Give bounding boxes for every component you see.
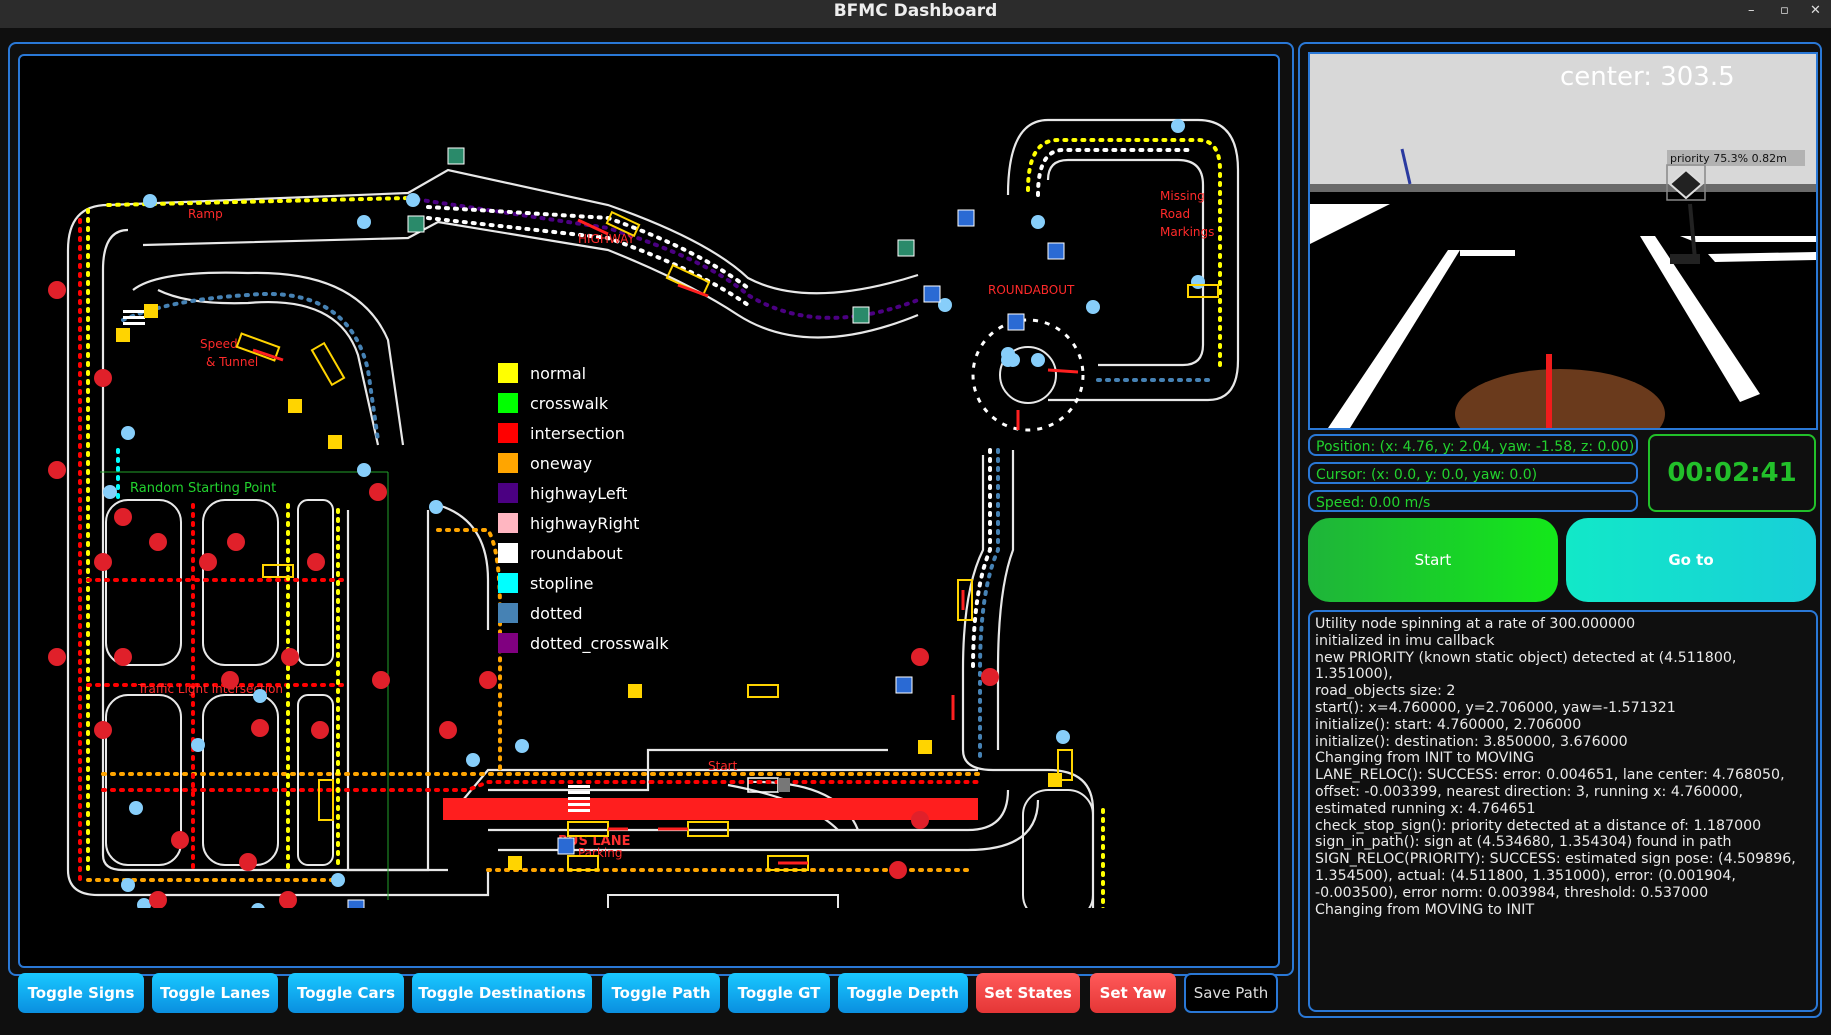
position-readout: Position: (x: 4.76, y: 2.04, yaw: -1.58,… — [1308, 434, 1638, 456]
legend-swatch — [498, 513, 518, 533]
log-console[interactable]: Utility node spinning at a rate of 300.0… — [1308, 610, 1818, 1012]
speed-readout: Speed: 0.00 m/s — [1308, 490, 1638, 512]
legend-label: dotted_crosswalk — [530, 633, 669, 653]
legend-swatch — [498, 393, 518, 413]
speed-label-2: & Tunnel — [206, 355, 258, 369]
legend-item: crosswalk — [498, 388, 698, 418]
legend-item: stopline — [498, 568, 698, 598]
log-line: Utility node spinning at a rate of 300.0… — [1315, 616, 1636, 632]
legend-item: oneway — [498, 448, 698, 478]
camera-feed: priority 75.3% 0.82m — [1310, 54, 1816, 428]
toggle-signs-button[interactable]: Toggle Signs — [18, 973, 144, 1013]
legend-swatch — [498, 603, 518, 623]
log-line: sign_in_path(): sign at (4.534680, 1.354… — [1315, 834, 1732, 851]
goto-button[interactable]: Go to — [1566, 518, 1816, 602]
log-line: LANE_RELOC(): SUCCESS: error: 0.004651, … — [1315, 767, 1790, 817]
random-start-label: Random Starting Point — [130, 481, 276, 496]
log-line: initialized in imu callback — [1315, 632, 1495, 649]
legend-item: roundabout — [498, 538, 698, 568]
save-path-button[interactable]: Save Path — [1184, 973, 1278, 1013]
start-button[interactable]: Start — [1308, 518, 1558, 602]
toggle-gt-button[interactable]: Toggle GT — [728, 973, 830, 1013]
parking-label: Parking — [578, 846, 623, 860]
legend-swatch — [498, 543, 518, 563]
set-yaw-button[interactable]: Set Yaw — [1090, 973, 1176, 1013]
log-line: new PRIORITY (known static object) detec… — [1315, 649, 1741, 683]
center-readout: center: 303.5 — [1560, 62, 1735, 92]
legend-label: roundabout — [530, 543, 623, 563]
log-line: start(): x=4.760000, y=2.706000, yaw=-1.… — [1315, 699, 1676, 716]
speed-label-1: Speed — [200, 337, 238, 351]
toggle-lanes-button[interactable]: Toggle Lanes — [152, 973, 278, 1013]
legend-item: intersection — [498, 418, 698, 448]
title-bar: BFMC Dashboard – ▫ ✕ — [0, 0, 1831, 28]
missing-label-1: Missing — [1160, 189, 1205, 203]
missing-label-3: Markings — [1160, 225, 1214, 239]
close-icon[interactable]: ✕ — [1810, 1, 1821, 21]
toggle-cars-button[interactable]: Toggle Cars — [288, 973, 404, 1013]
legend-label: normal — [530, 363, 587, 383]
elapsed-timer: 00:02:41 — [1648, 434, 1816, 512]
toggle-destinations-button[interactable]: Toggle Destinations — [412, 973, 592, 1013]
toggle-path-button[interactable]: Toggle Path — [602, 973, 720, 1013]
start-label: Start — [708, 759, 738, 773]
log-line: initialize(): destination: 3.850000, 3.6… — [1315, 733, 1628, 750]
legend-swatch — [498, 453, 518, 473]
legend-swatch — [498, 423, 518, 443]
camera-view: priority 75.3% 0.82m center: 303.5 — [1308, 52, 1818, 430]
window-title: BFMC Dashboard — [833, 1, 998, 21]
cursor-readout: Cursor: (x: 0.0, y: 0.0, yaw: 0.0) — [1308, 462, 1638, 484]
missing-label-2: Road — [1160, 207, 1190, 221]
center-label: center: — [1560, 62, 1652, 92]
log-line: Changing from INIT to MOVING — [1315, 750, 1535, 767]
ramp-label: Ramp — [188, 207, 223, 221]
legend-item: dotted — [498, 598, 698, 628]
legend-item: highwayRight — [498, 508, 698, 538]
legend-label: highwayRight — [530, 513, 640, 533]
set-states-button[interactable]: Set States — [976, 973, 1080, 1013]
legend-label: highwayLeft — [530, 483, 628, 503]
legend-item: highwayLeft — [498, 478, 698, 508]
minimize-icon[interactable]: – — [1748, 1, 1755, 21]
log-line: Changing from MOVING to INIT — [1315, 901, 1535, 918]
maximize-icon[interactable]: ▫ — [1780, 1, 1789, 21]
roundabout-label: ROUNDABOUT — [988, 283, 1075, 297]
legend-label: stopline — [530, 573, 594, 593]
log-line: initialize(): start: 4.760000, 2.706000 — [1315, 716, 1582, 733]
legend-label: dotted — [530, 603, 583, 623]
legend-swatch — [498, 363, 518, 383]
log-line: road_objects size: 2 — [1315, 683, 1456, 700]
legend-item: dotted_crosswalk — [498, 628, 698, 658]
legend-label: intersection — [530, 423, 625, 443]
legend-label: oneway — [530, 453, 593, 473]
lane-legend: normal crosswalk intersection oneway highway… — [498, 358, 698, 658]
legend-swatch — [498, 573, 518, 593]
legend-swatch — [498, 633, 518, 653]
log-line: check_stop_sign(): priority detected at … — [1315, 817, 1762, 834]
legend-item: normal — [498, 358, 698, 388]
detection-label: priority 75.3% 0.82m — [1670, 152, 1787, 165]
legend-swatch — [498, 483, 518, 503]
toggle-depth-button[interactable]: Toggle Depth — [838, 973, 968, 1013]
center-value: 303.5 — [1660, 62, 1735, 92]
log-line: SIGN_RELOC(PRIORITY): SUCCESS: estimated… — [1315, 851, 1801, 901]
legend-label: crosswalk — [530, 393, 609, 413]
